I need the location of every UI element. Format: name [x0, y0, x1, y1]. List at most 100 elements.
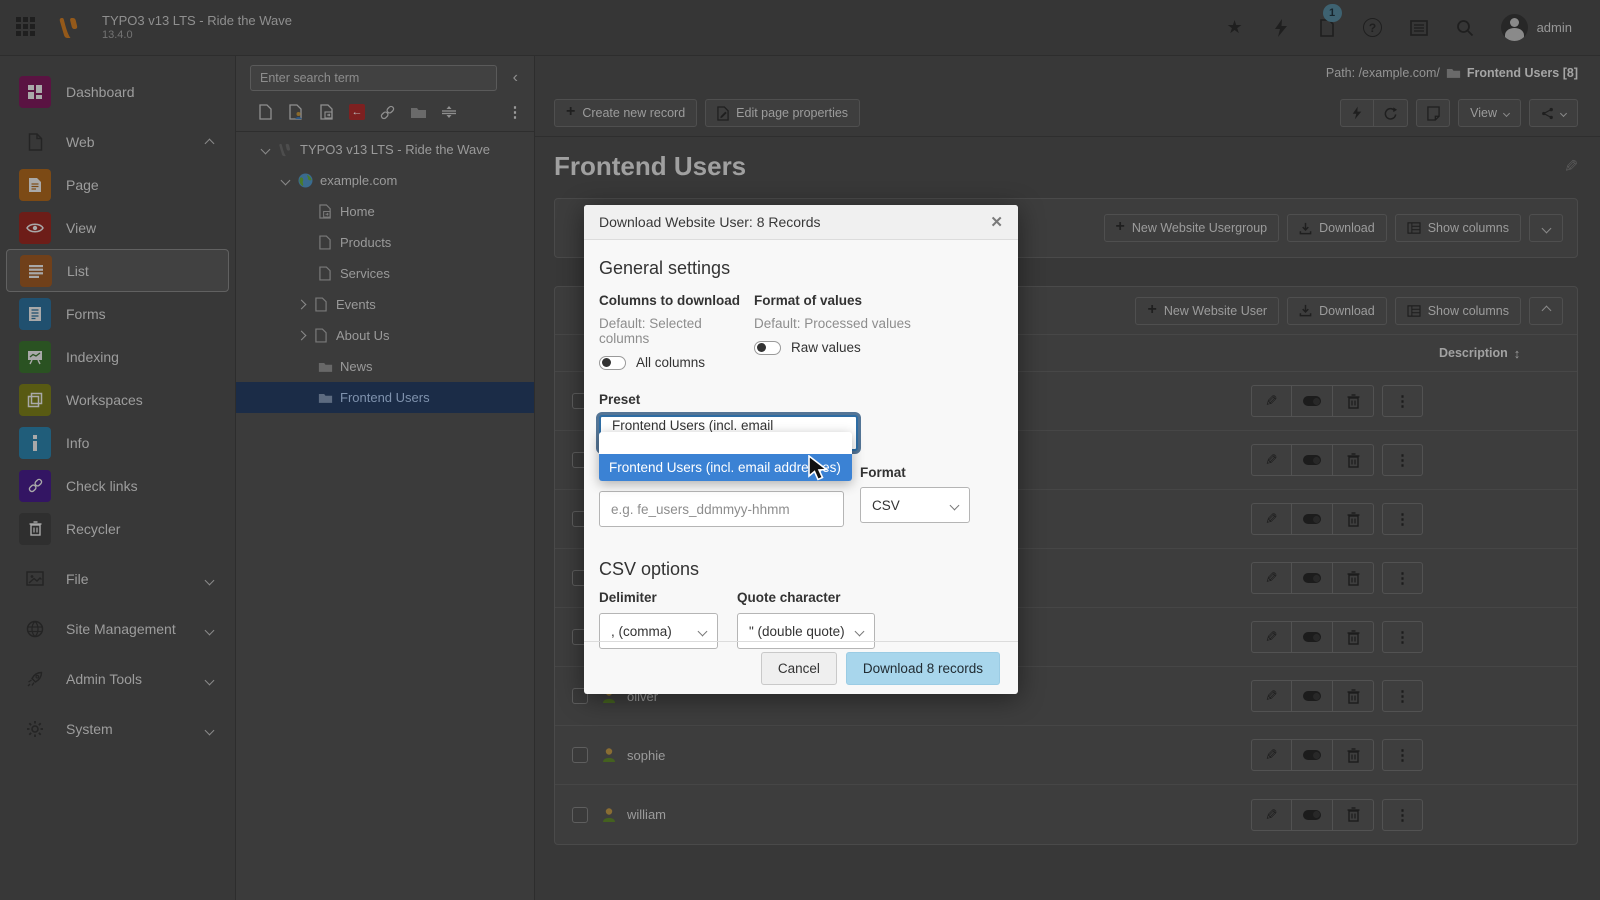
new-page-icon[interactable] [256, 103, 274, 121]
clear-cache-bolt-icon[interactable] [1271, 18, 1291, 38]
collapse-user-panel-button[interactable] [1529, 297, 1563, 325]
cancel-button[interactable]: Cancel [761, 652, 837, 685]
list-menu-icon[interactable] [1409, 18, 1429, 38]
chevron-right-icon[interactable] [296, 300, 306, 310]
sidebar-item-list[interactable]: List [6, 249, 229, 292]
visibility-toggle-icon[interactable] [1292, 562, 1333, 594]
apps-grid-icon[interactable] [16, 17, 38, 39]
visibility-toggle-icon[interactable] [1292, 680, 1333, 712]
all-columns-toggle[interactable] [599, 356, 626, 370]
sidebar-item-info[interactable]: Info [6, 421, 229, 464]
delete-trash-icon[interactable] [1333, 621, 1374, 653]
open-documents-icon[interactable]: 1 [1317, 18, 1337, 38]
show-columns-usergroups-button[interactable]: Show columns [1395, 214, 1521, 242]
edit-title-pencil-icon[interactable] [1564, 157, 1578, 177]
new-website-usergroup-button[interactable]: New Website Usergroup [1104, 214, 1280, 242]
view-dropdown-button[interactable]: View [1458, 99, 1521, 127]
divider-icon[interactable] [440, 103, 458, 121]
delete-trash-icon[interactable] [1333, 503, 1374, 535]
format-select[interactable]: CSV [860, 487, 970, 523]
more-dots-icon[interactable] [1382, 680, 1423, 712]
more-dots-icon[interactable] [1382, 562, 1423, 594]
tree-node-root[interactable]: TYPO3 v13 LTS - Ride the Wave [236, 134, 534, 165]
chevron-down-icon[interactable] [260, 145, 270, 155]
tree-node-news[interactable]: News [236, 351, 534, 382]
delete-trash-icon[interactable] [1333, 562, 1374, 594]
description-column-header[interactable]: Description [1439, 346, 1508, 360]
visibility-toggle-icon[interactable] [1292, 621, 1333, 653]
more-dots-icon[interactable] [1382, 503, 1423, 535]
edit-page-properties-button[interactable]: Edit page properties [705, 99, 860, 127]
filename-input[interactable] [599, 491, 844, 527]
tree-node-services[interactable]: Services [236, 258, 534, 289]
collapse-usergroup-panel-button[interactable] [1529, 214, 1563, 242]
visibility-toggle-icon[interactable] [1292, 444, 1333, 476]
tree-node-examplecom[interactable]: example.com [236, 165, 534, 196]
tree-node-about-us[interactable]: About Us [236, 320, 534, 351]
shortcut-page-icon[interactable] [318, 103, 336, 121]
close-icon[interactable]: ✕ [990, 213, 1003, 231]
user-menu[interactable]: admin [1501, 14, 1572, 41]
edit-pencil-icon[interactable] [1251, 680, 1292, 712]
sidebar-item-admin-tools[interactable]: Admin Tools [6, 657, 229, 700]
sidebar-item-system[interactable]: System [6, 707, 229, 750]
search-icon[interactable] [1455, 18, 1475, 38]
username[interactable]: sophie [627, 748, 665, 763]
delete-trash-icon[interactable] [1333, 680, 1374, 712]
sidebar-item-site-management[interactable]: Site Management [6, 607, 229, 650]
raw-values-toggle[interactable] [754, 341, 781, 355]
edit-pencil-icon[interactable] [1251, 799, 1292, 831]
edit-pencil-icon[interactable] [1251, 503, 1292, 535]
download-usergroups-button[interactable]: Download [1287, 214, 1387, 242]
sidebar-item-view[interactable]: View [6, 206, 229, 249]
show-columns-users-button[interactable]: Show columns [1395, 297, 1521, 325]
reload-button[interactable] [1374, 99, 1408, 127]
sidebar-item-indexing[interactable]: Indexing [6, 335, 229, 378]
tree-search-input[interactable] [250, 65, 497, 91]
tree-node-events[interactable]: Events [236, 289, 534, 320]
more-dots-icon[interactable] [1382, 739, 1423, 771]
download-users-button[interactable]: Download [1287, 297, 1387, 325]
sidebar-item-file[interactable]: File [6, 557, 229, 600]
preset-option-empty[interactable] [599, 432, 852, 454]
sidebar-item-workspaces[interactable]: Workspaces [6, 378, 229, 421]
tree-more-dots-icon[interactable] [506, 103, 524, 121]
more-dots-icon[interactable] [1382, 621, 1423, 653]
more-dots-icon[interactable] [1382, 444, 1423, 476]
sort-icon[interactable] [1514, 346, 1521, 361]
more-dots-icon[interactable] [1382, 385, 1423, 417]
typo3-logo[interactable] [56, 15, 82, 41]
edit-pencil-icon[interactable] [1251, 444, 1292, 476]
visibility-toggle-icon[interactable] [1292, 799, 1333, 831]
tree-node-home[interactable]: Home [236, 196, 534, 227]
edit-pencil-icon[interactable] [1251, 385, 1292, 417]
delete-trash-icon[interactable] [1333, 385, 1374, 417]
visibility-toggle-icon[interactable] [1292, 385, 1333, 417]
visibility-toggle-icon[interactable] [1292, 739, 1333, 771]
sidebar-item-forms[interactable]: Forms [6, 292, 229, 335]
more-dots-icon[interactable] [1382, 799, 1423, 831]
delete-trash-icon[interactable] [1333, 444, 1374, 476]
chevron-right-icon[interactable] [296, 331, 306, 341]
note-button[interactable] [1416, 99, 1450, 127]
new-user-page-icon[interactable] [287, 103, 305, 121]
download-records-button[interactable]: Download 8 records [846, 652, 1000, 685]
cache-bolt-button[interactable] [1340, 99, 1374, 127]
folder-icon[interactable] [409, 103, 427, 121]
preset-option-highlighted[interactable]: Frontend Users (incl. email addresses) [599, 454, 852, 481]
row-checkbox[interactable] [572, 747, 588, 763]
mountpoint-page-icon[interactable]: ← [349, 104, 365, 120]
delete-trash-icon[interactable] [1333, 739, 1374, 771]
share-dropdown-button[interactable] [1529, 99, 1578, 127]
edit-pencil-icon[interactable] [1251, 621, 1292, 653]
tree-node-frontend-users[interactable]: Frontend Users [236, 382, 534, 413]
row-checkbox[interactable] [572, 807, 588, 823]
link-icon[interactable] [378, 103, 396, 121]
create-new-record-button[interactable]: Create new record [554, 99, 697, 127]
sidebar-item-page[interactable]: Page [6, 163, 229, 206]
help-icon[interactable]: ? [1363, 18, 1383, 38]
visibility-toggle-icon[interactable] [1292, 503, 1333, 535]
bookmark-star-icon[interactable] [1225, 18, 1245, 38]
sidebar-item-dashboard[interactable]: Dashboard [6, 70, 229, 113]
chevron-down-icon[interactable] [280, 176, 290, 186]
